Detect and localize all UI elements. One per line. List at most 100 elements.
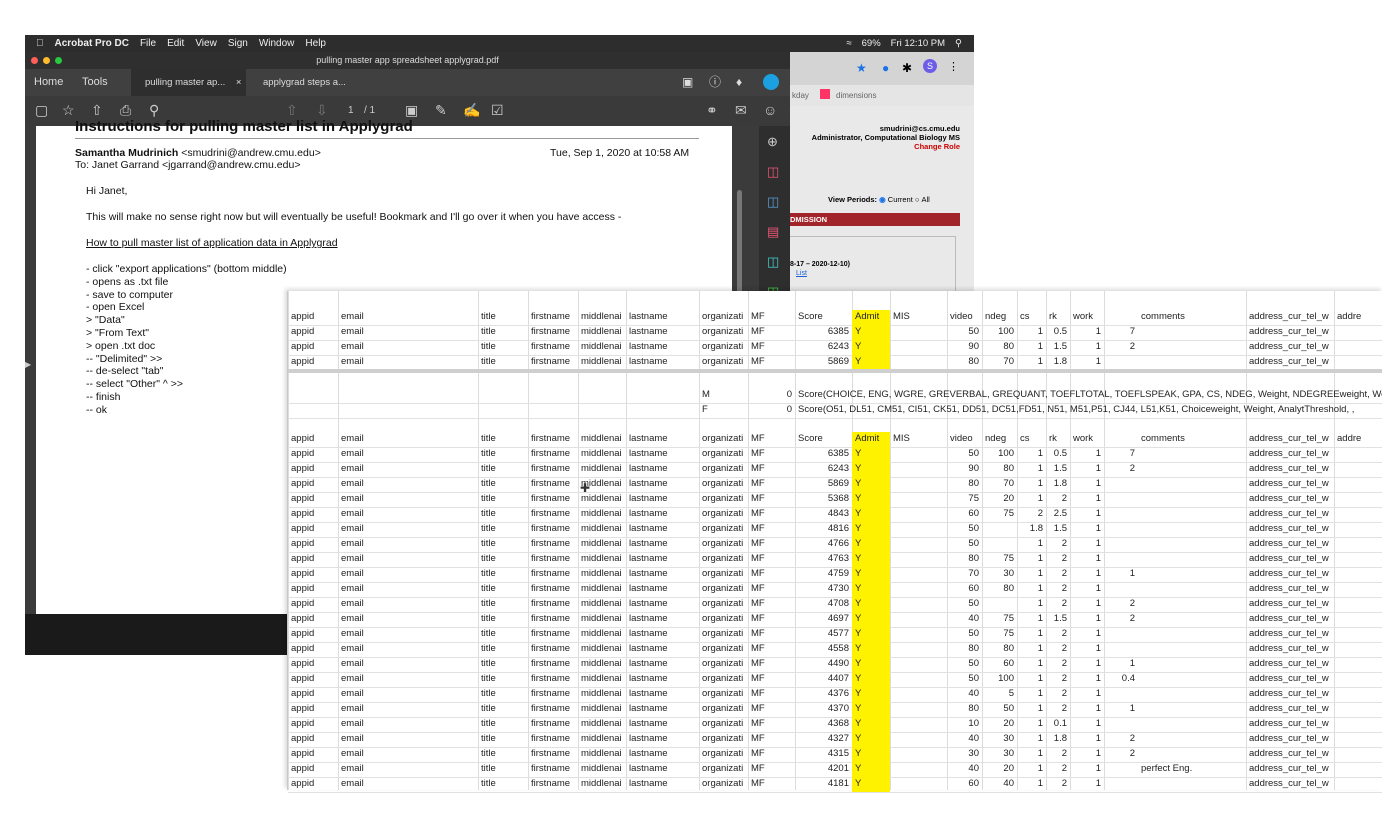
cell-lastname[interactable]: lastname bbox=[626, 522, 699, 537]
cell-title[interactable]: title bbox=[478, 702, 528, 717]
table-row[interactable]: appid email title firstname middlenai lastnam… bbox=[288, 627, 1382, 643]
cell-ndeg[interactable]: 75 bbox=[982, 507, 1017, 522]
menu-view[interactable]: View bbox=[195, 38, 217, 49]
cell-middlename[interactable]: middlenai bbox=[578, 762, 626, 777]
cell-middlename[interactable]: middlenai bbox=[578, 657, 626, 672]
cell-video[interactable]: 80 bbox=[947, 642, 982, 657]
cell-address[interactable]: address_cur_tel_w bbox=[1246, 492, 1334, 507]
cell-lastname[interactable]: lastname bbox=[626, 355, 699, 370]
table-row[interactable]: appid email title firstname middlenai lastnam… bbox=[288, 537, 1382, 553]
cell-appid[interactable]: appid bbox=[288, 567, 338, 582]
cell-lastname[interactable]: lastname bbox=[626, 340, 699, 355]
spotlight-icon[interactable]: ⚲ bbox=[955, 38, 962, 49]
cell-work-extra[interactable] bbox=[1104, 582, 1138, 597]
howto-link[interactable]: How to pull master list of application d… bbox=[86, 237, 338, 249]
cell-rk[interactable]: 0.5 bbox=[1046, 447, 1070, 462]
cell-title[interactable]: title bbox=[478, 552, 528, 567]
cell-comments[interactable] bbox=[1138, 325, 1246, 340]
table-row[interactable]: appid email title firstname middlenai lastnam… bbox=[288, 717, 1382, 733]
cell-firstname[interactable]: firstname bbox=[528, 567, 578, 582]
cell-work-extra[interactable]: 1 bbox=[1104, 657, 1138, 672]
cell-organization[interactable]: organizati bbox=[699, 717, 748, 732]
cell-ndeg[interactable]: 75 bbox=[982, 612, 1017, 627]
cell-title[interactable]: title bbox=[478, 340, 528, 355]
create-pdf-icon[interactable]: ◫ bbox=[767, 164, 782, 179]
menu-sign[interactable]: Sign bbox=[228, 38, 248, 49]
cell-organization[interactable]: organizati bbox=[699, 672, 748, 687]
apple-icon[interactable]:  bbox=[36, 38, 44, 49]
cell-title[interactable]: title bbox=[478, 462, 528, 477]
cell-mis[interactable] bbox=[890, 522, 947, 537]
cell-email[interactable]: email bbox=[338, 462, 478, 477]
cell-comments[interactable] bbox=[1138, 687, 1246, 702]
header-cell[interactable]: firstname bbox=[528, 310, 578, 325]
cell-address[interactable]: address_cur_tel_w bbox=[1246, 717, 1334, 732]
cell-appid[interactable]: appid bbox=[288, 627, 338, 642]
cell-work[interactable]: 1 bbox=[1070, 762, 1104, 777]
cell-cs[interactable]: 1 bbox=[1017, 717, 1046, 732]
cell-work[interactable]: 1 bbox=[1070, 597, 1104, 612]
cell-mf[interactable]: MF bbox=[748, 340, 795, 355]
table-row[interactable]: appid email title firstname middlenai lastnam… bbox=[288, 612, 1382, 628]
cell-comments[interactable] bbox=[1138, 717, 1246, 732]
cell-organization[interactable]: organizati bbox=[699, 567, 748, 582]
cell-cs[interactable]: 1 bbox=[1017, 702, 1046, 717]
extensions-puzzle-icon[interactable]: ✱ bbox=[902, 61, 912, 75]
cell-work[interactable]: 1 bbox=[1070, 732, 1104, 747]
cell-score[interactable]: 4315 bbox=[795, 747, 852, 762]
cell-mis[interactable] bbox=[890, 492, 947, 507]
cell-firstname[interactable]: firstname bbox=[528, 657, 578, 672]
cell-address[interactable]: address_cur_tel_w bbox=[1246, 355, 1334, 370]
cell-title[interactable]: title bbox=[478, 537, 528, 552]
cell-cs[interactable]: 1 bbox=[1017, 762, 1046, 777]
cell-comments[interactable] bbox=[1138, 672, 1246, 687]
cell-address[interactable]: address_cur_tel_w bbox=[1246, 687, 1334, 702]
cell-email[interactable]: email bbox=[338, 582, 478, 597]
cell-rk[interactable]: 2.5 bbox=[1046, 507, 1070, 522]
zoom-in-icon[interactable]: ⊕ bbox=[767, 134, 782, 149]
cell-address[interactable]: address_cur_tel_w bbox=[1246, 702, 1334, 717]
cell-comments[interactable] bbox=[1138, 522, 1246, 537]
cell-lastname[interactable]: lastname bbox=[626, 582, 699, 597]
cell-score[interactable]: 6243 bbox=[795, 340, 852, 355]
cell-admit[interactable]: Y bbox=[852, 522, 890, 537]
cell-rk[interactable]: 2 bbox=[1046, 642, 1070, 657]
cell-firstname[interactable]: firstname bbox=[528, 747, 578, 762]
table-row[interactable]: appid email title firstname middlenai lastnam… bbox=[288, 447, 1382, 463]
cell-admit[interactable]: Y bbox=[852, 762, 890, 777]
cell-address[interactable]: address_cur_tel_w bbox=[1246, 507, 1334, 522]
cell-title[interactable]: title bbox=[478, 762, 528, 777]
cell-video[interactable]: 40 bbox=[947, 732, 982, 747]
cell-ndeg[interactable]: 30 bbox=[982, 567, 1017, 582]
minimize-window-button[interactable] bbox=[43, 57, 50, 64]
header-cell[interactable]: email bbox=[338, 432, 478, 447]
header-cell[interactable]: email bbox=[338, 310, 478, 325]
cell-cs[interactable]: 1 bbox=[1017, 597, 1046, 612]
cell-ndeg[interactable]: 70 bbox=[982, 355, 1017, 370]
cell-lastname[interactable]: lastname bbox=[626, 777, 699, 792]
menu-file[interactable]: File bbox=[140, 38, 156, 49]
cell-work[interactable]: 1 bbox=[1070, 777, 1104, 792]
expand-left-panel-icon[interactable]: ▶ bbox=[25, 360, 33, 372]
cell-work[interactable]: 1 bbox=[1070, 717, 1104, 732]
cell-rk[interactable]: 2 bbox=[1046, 537, 1070, 552]
cell-ndeg[interactable]: 75 bbox=[982, 552, 1017, 567]
cell-score-formula[interactable]: Score(CHOICE, ENG, WGRE, GREVERBAL, GREQ… bbox=[795, 388, 1382, 403]
cell-ndeg[interactable] bbox=[982, 537, 1017, 552]
cell-mf[interactable]: MF bbox=[748, 627, 795, 642]
cell-appid[interactable]: appid bbox=[288, 777, 338, 792]
cell-video[interactable]: 40 bbox=[947, 762, 982, 777]
cell-mf[interactable]: MF bbox=[748, 642, 795, 657]
cell-organization[interactable]: organizati bbox=[699, 762, 748, 777]
cell-mf[interactable]: MF bbox=[748, 522, 795, 537]
cell-middlename[interactable]: middlenai bbox=[578, 642, 626, 657]
cell-organization[interactable]: organizati bbox=[699, 325, 748, 340]
cell-comments[interactable] bbox=[1138, 627, 1246, 642]
cell-middlename[interactable]: middlenai bbox=[578, 627, 626, 642]
cell-score[interactable]: 4407 bbox=[795, 672, 852, 687]
cell-work-extra[interactable]: 2 bbox=[1104, 612, 1138, 627]
cell-ndeg[interactable]: 80 bbox=[982, 340, 1017, 355]
tab-home[interactable]: Home bbox=[34, 69, 63, 96]
cell-work-extra[interactable]: 1 bbox=[1104, 567, 1138, 582]
cell-cs[interactable]: 1 bbox=[1017, 340, 1046, 355]
